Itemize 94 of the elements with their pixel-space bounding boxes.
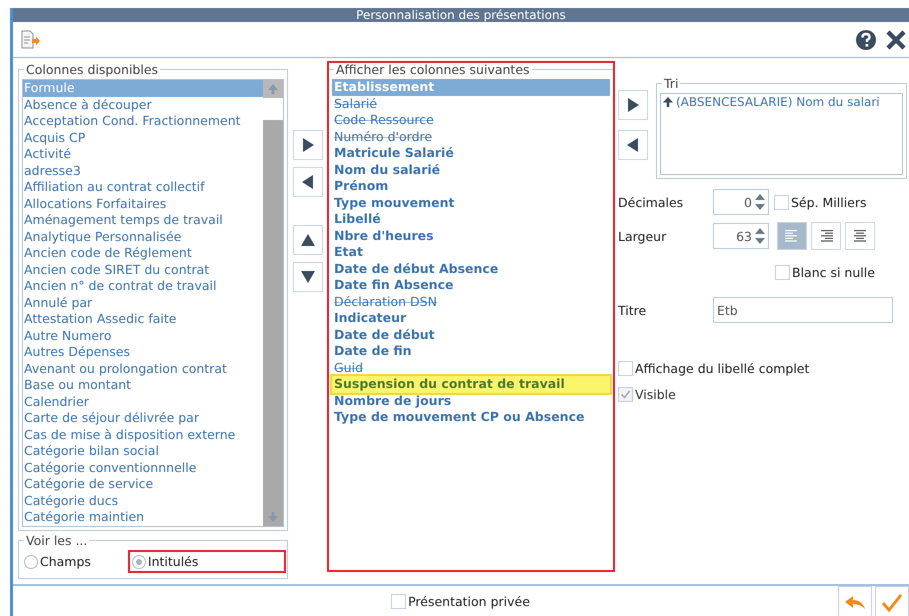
- group-title: Tri: [663, 76, 680, 91]
- private-checkbox-label[interactable]: Présentation privée: [391, 594, 530, 608]
- left-triangle-icon: [300, 173, 316, 191]
- checkmark-icon: [881, 593, 903, 613]
- align-icon: [852, 229, 868, 243]
- full-label-checkbox-label[interactable]: Affichage du libellé complet: [618, 360, 810, 376]
- list-item[interactable]: Suspension du contrat de travail: [332, 376, 610, 392]
- spin-arrows-icon: [754, 226, 766, 246]
- radio-option[interactable]: Intitulés: [130, 552, 284, 571]
- move-up-button[interactable]: [293, 225, 323, 255]
- align-icon: [784, 229, 800, 243]
- align-button[interactable]: [845, 222, 875, 250]
- list-item[interactable]: Type de mouvement CP ou Absence: [332, 409, 610, 426]
- list-item[interactable]: Absence à découper: [23, 96, 263, 113]
- field-label: Décimales: [618, 194, 684, 210]
- list-item[interactable]: Aménagement temps de travail: [23, 212, 263, 228]
- group-title: Afficher les colonnes suivantes: [335, 62, 531, 77]
- width-spinner[interactable]: 63: [713, 223, 769, 249]
- list-item[interactable]: Cas de mise à disposition externe: [23, 426, 263, 443]
- blank-if-zero-checkbox-label[interactable]: Blanc si nulle: [775, 264, 875, 280]
- title-input[interactable]: Etb: [713, 297, 893, 323]
- list-item[interactable]: Catégorie maintien: [23, 509, 263, 526]
- decimals-spinner[interactable]: 0: [713, 189, 769, 215]
- group-title: Colonnes disponibles: [25, 62, 160, 77]
- list-item[interactable]: Etablissement: [332, 79, 610, 96]
- sort-list[interactable]: (ABSENCESALARIE) Nom du salari: [660, 93, 903, 175]
- list-item[interactable]: Allocations Forfaitaires: [23, 196, 263, 212]
- checkbox[interactable]: [391, 594, 406, 608]
- list-item[interactable]: Ancien code de Réglement: [23, 245, 263, 262]
- list-item[interactable]: adresse3: [23, 162, 263, 179]
- align-icon: [818, 229, 834, 243]
- list-item[interactable]: (ABSENCESALARIE) Nom du salari: [661, 94, 902, 110]
- right-triangle-icon: [300, 136, 316, 154]
- remove-sort-button[interactable]: [618, 130, 648, 160]
- list-item[interactable]: Attestation Assedic faite: [23, 311, 263, 328]
- checkbox[interactable]: [618, 360, 633, 376]
- title-bar: Personnalisation des présentations: [13, 8, 909, 22]
- list-item[interactable]: Matricule Salarié: [332, 145, 610, 162]
- list-item[interactable]: Formule: [23, 80, 263, 96]
- help-icon[interactable]: [855, 28, 877, 50]
- list-item[interactable]: Catégorie ducs: [23, 492, 263, 509]
- add-sort-button[interactable]: [618, 90, 648, 120]
- list-item[interactable]: Acquis CP: [23, 130, 263, 146]
- list-item[interactable]: Ancien code SIRET du contrat: [23, 262, 263, 278]
- list-item[interactable]: Type mouvement: [332, 194, 610, 211]
- group-title: Voir les ...: [25, 533, 88, 548]
- add-column-button[interactable]: [293, 130, 323, 160]
- list-item[interactable]: Date de fin: [332, 343, 610, 360]
- list-item[interactable]: Autre Numero: [23, 328, 263, 344]
- scrollbar[interactable]: [263, 80, 283, 526]
- scroll-up-icon[interactable]: [263, 80, 283, 98]
- list-item[interactable]: Nom du salarié: [332, 162, 610, 178]
- align-button[interactable]: [811, 222, 841, 250]
- list-item[interactable]: Date fin Absence: [332, 277, 610, 294]
- undo-button[interactable]: [838, 586, 872, 616]
- back-arrow-icon: [844, 594, 866, 612]
- list-item[interactable]: Catégorie conventionnnelle: [23, 460, 263, 476]
- list-item[interactable]: Catégorie bilan social: [23, 443, 263, 460]
- thousands-checkbox-label[interactable]: Sép. Milliers: [774, 194, 867, 210]
- move-down-button[interactable]: [293, 262, 323, 292]
- list-item[interactable]: Date de début: [332, 326, 610, 343]
- remove-column-button[interactable]: [293, 167, 323, 197]
- spin-arrows-icon: [754, 192, 766, 212]
- field-label: Titre: [618, 302, 648, 318]
- export-document-icon[interactable]: [19, 30, 41, 50]
- checkbox[interactable]: [774, 194, 789, 210]
- list-item[interactable]: Autres Dépenses: [23, 344, 263, 360]
- list-item[interactable]: Calendrier: [23, 394, 263, 410]
- right-triangle-icon: [625, 96, 641, 114]
- list-item[interactable]: Catégorie de service: [23, 476, 263, 492]
- left-triangle-icon: [625, 136, 641, 154]
- list-item[interactable]: Annulé par: [23, 294, 263, 311]
- up-arrow-icon: [662, 96, 674, 108]
- list-item[interactable]: Avenant ou prolongation contrat: [23, 360, 263, 377]
- list-item[interactable]: Nbre d'heures: [332, 228, 610, 244]
- list-item[interactable]: Base ou montant: [23, 377, 263, 394]
- checkbox[interactable]: [775, 264, 790, 280]
- ok-button[interactable]: [875, 586, 909, 616]
- list-item[interactable]: Nombre de jours: [332, 392, 610, 409]
- list-item[interactable]: Analytique Personnalisée: [23, 228, 263, 245]
- list-item[interactable]: Date de début Absence: [332, 260, 610, 277]
- list-item[interactable]: Carte de séjour délivrée par: [23, 410, 263, 426]
- list-item[interactable]: Indicateur: [332, 310, 610, 326]
- list-item[interactable]: Affiliation au contrat collectif: [23, 179, 263, 196]
- list-item[interactable]: Ancien n° de contrat de travail: [23, 278, 263, 294]
- close-icon[interactable]: [885, 28, 907, 50]
- list-item[interactable]: Libellé: [332, 211, 610, 228]
- list-item[interactable]: Activité: [23, 146, 263, 162]
- scroll-thumb[interactable]: [263, 98, 283, 120]
- list-item[interactable]: Etat: [332, 244, 610, 260]
- list-item[interactable]: Acceptation Cond. Fractionnement: [23, 113, 263, 130]
- list-item[interactable]: Prénom: [332, 178, 610, 194]
- field-label: Largeur: [618, 228, 668, 244]
- radio-option[interactable]: Champs: [22, 552, 130, 571]
